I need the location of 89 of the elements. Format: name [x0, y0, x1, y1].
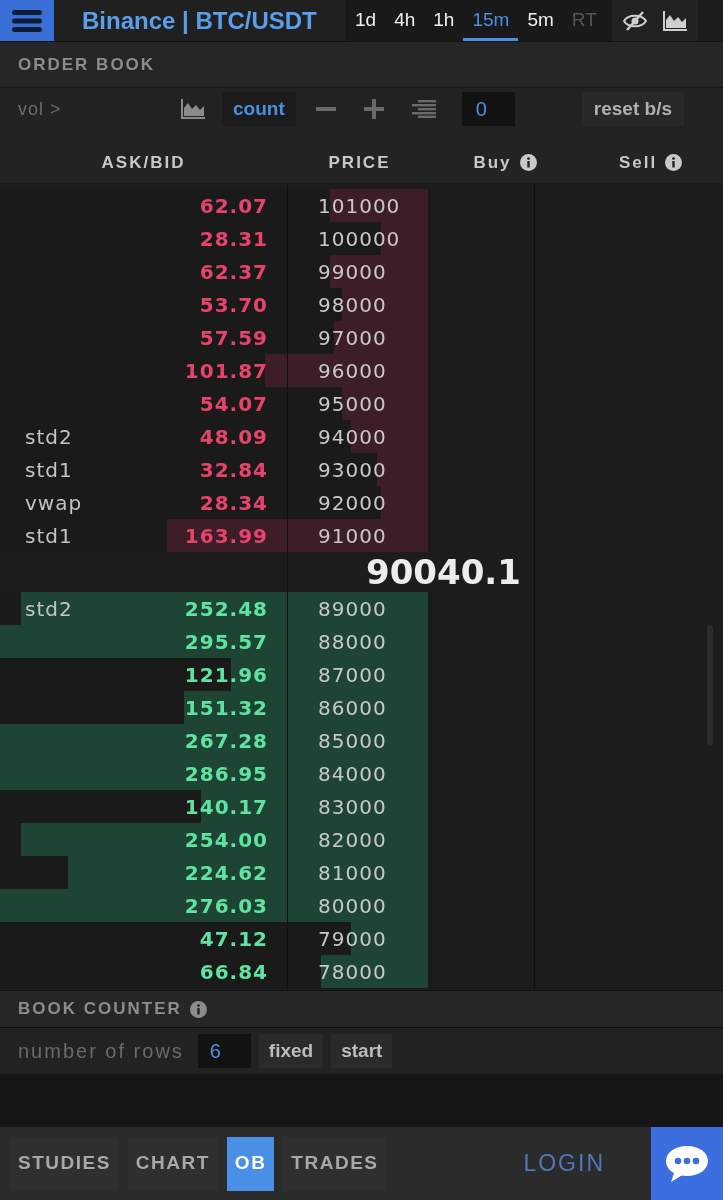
order-size: 276.03 — [184, 892, 268, 920]
order-size: 66.84 — [199, 958, 268, 986]
section-title: ORDER BOOK — [18, 53, 156, 76]
order-size: 57.59 — [199, 324, 268, 352]
order-size: 295.57 — [184, 628, 268, 656]
timeframe-tab[interactable]: 1d — [346, 0, 386, 41]
section-title: BOOK COUNTER — [18, 998, 182, 1021]
study-label: std2 — [25, 595, 73, 623]
nav-tab[interactable]: CHART — [127, 1136, 218, 1191]
timeframe-tab[interactable]: 4h — [385, 0, 425, 41]
order-size: 53.70 — [199, 291, 268, 319]
price-level: 78000 — [318, 958, 387, 986]
order-size: 151.32 — [184, 694, 268, 722]
timeframe-tab[interactable]: 1h — [424, 0, 464, 41]
order-size: 62.07 — [199, 192, 268, 220]
price-level: 94000 — [318, 423, 387, 451]
price-level: 96000 — [318, 357, 387, 385]
order-size: 252.48 — [184, 595, 268, 623]
study-label: vwap — [25, 489, 83, 517]
order-size: 267.28 — [184, 727, 268, 755]
price-level: 81000 — [318, 859, 387, 887]
order-size: 121.96 — [184, 661, 268, 689]
study-label: std2 — [25, 423, 73, 451]
area-chart-button[interactable] — [180, 98, 206, 120]
price-level: 84000 — [318, 760, 387, 788]
price-level: 91000 — [318, 522, 387, 550]
price-level: 97000 — [318, 324, 387, 352]
nav-tab[interactable]: STUDIES — [10, 1136, 119, 1191]
study-label: std1 — [25, 456, 73, 484]
price-level: 98000 — [318, 291, 387, 319]
area-chart-icon — [662, 10, 687, 31]
order-size: 48.09 — [199, 423, 268, 451]
order-size: 54.07 — [199, 390, 268, 418]
timeframe-tab[interactable]: 5m — [518, 0, 563, 41]
order-size: 32.84 — [199, 456, 268, 484]
price-level: 92000 — [318, 489, 387, 517]
price-level: 93000 — [318, 456, 387, 484]
volume-label: vol > — [18, 97, 63, 121]
app-title: Binance | BTC/USDT — [82, 5, 317, 36]
chat-bubble-icon — [665, 1144, 709, 1183]
align-button[interactable] — [411, 99, 436, 119]
login-link[interactable]: LOGIN — [523, 1146, 605, 1181]
order-size: 140.17 — [184, 793, 268, 821]
column-header: ASK/BID — [101, 151, 186, 174]
area-chart-icon — [181, 99, 205, 119]
order-size: 286.95 — [184, 760, 268, 788]
order-size: 28.31 — [199, 225, 268, 253]
counter-button[interactable]: start — [331, 1034, 393, 1068]
increase-button[interactable] — [363, 99, 384, 119]
menu-button[interactable] — [0, 0, 54, 41]
step-input[interactable]: 0 — [461, 92, 515, 126]
order-size: 47.12 — [199, 925, 268, 953]
lines-icon — [411, 100, 436, 118]
price-level: 80000 — [318, 892, 387, 920]
last-price: 90040.1 — [366, 550, 521, 594]
column-header: Sell — [618, 151, 658, 174]
eye-slash-icon — [622, 10, 647, 31]
column-header: Buy — [473, 151, 512, 174]
rows-label: number of rows — [18, 1039, 184, 1064]
order-size: 101.87 — [184, 357, 268, 385]
price-level: 95000 — [318, 390, 387, 418]
price-level: 100000 — [318, 225, 401, 253]
minus-icon — [315, 107, 336, 111]
count-button[interactable]: count — [222, 92, 296, 126]
nav-tab[interactable]: OB — [226, 1136, 275, 1191]
counter-button[interactable]: fixed — [258, 1034, 324, 1068]
column-header: PRICE — [328, 151, 391, 174]
study-label: std1 — [25, 522, 73, 550]
chat-button[interactable] — [651, 1127, 723, 1200]
price-level: 83000 — [318, 793, 387, 821]
price-level: 101000 — [318, 192, 401, 220]
nav-tab[interactable]: TRADES — [283, 1136, 387, 1191]
price-level: 85000 — [318, 727, 387, 755]
price-level: 99000 — [318, 258, 387, 286]
order-size: 254.00 — [184, 826, 268, 854]
price-level: 89000 — [318, 595, 387, 623]
menu-icon — [12, 8, 42, 33]
order-size: 28.34 — [199, 489, 268, 517]
price-level: 88000 — [318, 628, 387, 656]
price-level: 79000 — [318, 925, 387, 953]
price-level: 86000 — [318, 694, 387, 722]
order-size: 163.99 — [184, 522, 268, 550]
price-level: 82000 — [318, 826, 387, 854]
price-level: 87000 — [318, 661, 387, 689]
order-size: 224.62 — [184, 859, 268, 887]
rows-input[interactable]: 6 — [197, 1034, 251, 1068]
order-size: 62.37 — [199, 258, 268, 286]
plus-icon — [363, 99, 384, 119]
reset-button[interactable]: reset b/s — [581, 92, 684, 126]
